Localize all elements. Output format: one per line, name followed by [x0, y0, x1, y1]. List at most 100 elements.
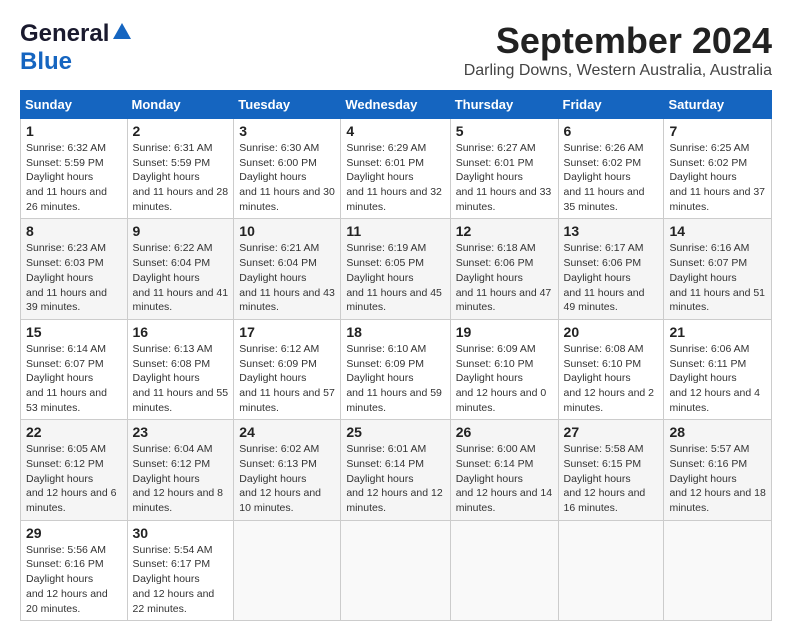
cell-week5-day3: [234, 520, 341, 620]
cell-week5-day4: [341, 520, 450, 620]
header-tuesday: Tuesday: [234, 91, 341, 119]
day-info: Sunrise: 6:31 AMSunset: 5:59 PMDaylight …: [133, 142, 229, 213]
week-row-2: 8 Sunrise: 6:23 AMSunset: 6:03 PMDayligh…: [21, 219, 772, 319]
cell-week2-day3: 10 Sunrise: 6:21 AMSunset: 6:04 PMDaylig…: [234, 219, 341, 319]
cell-week4-day4: 25 Sunrise: 6:01 AMSunset: 6:14 PMDaylig…: [341, 420, 450, 520]
day-info: Sunrise: 6:26 AMSunset: 6:02 PMDaylight …: [564, 142, 645, 213]
title-area: September 2024 Darling Downs, Western Au…: [464, 20, 772, 80]
header-thursday: Thursday: [450, 91, 558, 119]
cell-week3-day3: 17 Sunrise: 6:12 AMSunset: 6:09 PMDaylig…: [234, 319, 341, 419]
day-number: 30: [133, 525, 229, 541]
cell-week2-day6: 13 Sunrise: 6:17 AMSunset: 6:06 PMDaylig…: [558, 219, 664, 319]
day-number: 7: [669, 123, 766, 139]
day-number: 27: [564, 424, 659, 440]
logo-blue: Blue: [20, 48, 72, 75]
header-wednesday: Wednesday: [341, 91, 450, 119]
header: General Blue September 2024 Darling Down…: [20, 20, 772, 80]
day-number: 16: [133, 324, 229, 340]
cell-week1-day3: 3 Sunrise: 6:30 AMSunset: 6:00 PMDayligh…: [234, 119, 341, 219]
logo: General Blue: [20, 20, 133, 76]
day-info: Sunrise: 6:10 AMSunset: 6:09 PMDaylight …: [346, 343, 442, 414]
header-monday: Monday: [127, 91, 234, 119]
week-row-3: 15 Sunrise: 6:14 AMSunset: 6:07 PMDaylig…: [21, 319, 772, 419]
cell-week4-day6: 27 Sunrise: 5:58 AMSunset: 6:15 PMDaylig…: [558, 420, 664, 520]
cell-week2-day4: 11 Sunrise: 6:19 AMSunset: 6:05 PMDaylig…: [341, 219, 450, 319]
day-number: 3: [239, 123, 335, 139]
day-number: 11: [346, 223, 444, 239]
cell-week3-day4: 18 Sunrise: 6:10 AMSunset: 6:09 PMDaylig…: [341, 319, 450, 419]
cell-week1-day7: 7 Sunrise: 6:25 AMSunset: 6:02 PMDayligh…: [664, 119, 772, 219]
day-number: 14: [669, 223, 766, 239]
days-header-row: Sunday Monday Tuesday Wednesday Thursday…: [21, 91, 772, 119]
cell-week5-day7: [664, 520, 772, 620]
cell-week3-day2: 16 Sunrise: 6:13 AMSunset: 6:08 PMDaylig…: [127, 319, 234, 419]
day-number: 5: [456, 123, 553, 139]
day-info: Sunrise: 5:56 AMSunset: 6:16 PMDaylight …: [26, 544, 108, 615]
day-number: 8: [26, 223, 122, 239]
day-number: 24: [239, 424, 335, 440]
cell-week4-day1: 22 Sunrise: 6:05 AMSunset: 6:12 PMDaylig…: [21, 420, 128, 520]
day-info: Sunrise: 6:00 AMSunset: 6:14 PMDaylight …: [456, 443, 552, 514]
day-number: 17: [239, 324, 335, 340]
day-info: Sunrise: 6:30 AMSunset: 6:00 PMDaylight …: [239, 142, 335, 213]
day-number: 6: [564, 123, 659, 139]
day-info: Sunrise: 6:29 AMSunset: 6:01 PMDaylight …: [346, 142, 442, 213]
logo-general: General: [20, 20, 109, 48]
day-info: Sunrise: 6:17 AMSunset: 6:06 PMDaylight …: [564, 242, 645, 313]
day-number: 26: [456, 424, 553, 440]
cell-week1-day6: 6 Sunrise: 6:26 AMSunset: 6:02 PMDayligh…: [558, 119, 664, 219]
cell-week5-day5: [450, 520, 558, 620]
day-info: Sunrise: 6:09 AMSunset: 6:10 PMDaylight …: [456, 343, 547, 414]
day-info: Sunrise: 6:01 AMSunset: 6:14 PMDaylight …: [346, 443, 442, 514]
day-info: Sunrise: 6:21 AMSunset: 6:04 PMDaylight …: [239, 242, 335, 313]
day-number: 10: [239, 223, 335, 239]
day-info: Sunrise: 6:06 AMSunset: 6:11 PMDaylight …: [669, 343, 760, 414]
day-number: 21: [669, 324, 766, 340]
day-info: Sunrise: 6:32 AMSunset: 5:59 PMDaylight …: [26, 142, 107, 213]
cell-week5-day1: 29 Sunrise: 5:56 AMSunset: 6:16 PMDaylig…: [21, 520, 128, 620]
day-info: Sunrise: 6:12 AMSunset: 6:09 PMDaylight …: [239, 343, 335, 414]
cell-week1-day1: 1 Sunrise: 6:32 AMSunset: 5:59 PMDayligh…: [21, 119, 128, 219]
day-number: 23: [133, 424, 229, 440]
day-number: 13: [564, 223, 659, 239]
day-info: Sunrise: 6:23 AMSunset: 6:03 PMDaylight …: [26, 242, 107, 313]
cell-week3-day7: 21 Sunrise: 6:06 AMSunset: 6:11 PMDaylig…: [664, 319, 772, 419]
month-title: September 2024: [464, 20, 772, 62]
day-number: 25: [346, 424, 444, 440]
day-info: Sunrise: 5:58 AMSunset: 6:15 PMDaylight …: [564, 443, 646, 514]
day-info: Sunrise: 6:22 AMSunset: 6:04 PMDaylight …: [133, 242, 229, 313]
header-saturday: Saturday: [664, 91, 772, 119]
cell-week4-day7: 28 Sunrise: 5:57 AMSunset: 6:16 PMDaylig…: [664, 420, 772, 520]
cell-week3-day1: 15 Sunrise: 6:14 AMSunset: 6:07 PMDaylig…: [21, 319, 128, 419]
cell-week2-day1: 8 Sunrise: 6:23 AMSunset: 6:03 PMDayligh…: [21, 219, 128, 319]
day-info: Sunrise: 6:02 AMSunset: 6:13 PMDaylight …: [239, 443, 321, 514]
day-info: Sunrise: 6:13 AMSunset: 6:08 PMDaylight …: [133, 343, 229, 414]
day-number: 29: [26, 525, 122, 541]
cell-week4-day3: 24 Sunrise: 6:02 AMSunset: 6:13 PMDaylig…: [234, 420, 341, 520]
week-row-5: 29 Sunrise: 5:56 AMSunset: 6:16 PMDaylig…: [21, 520, 772, 620]
header-sunday: Sunday: [21, 91, 128, 119]
day-info: Sunrise: 6:16 AMSunset: 6:07 PMDaylight …: [669, 242, 765, 313]
day-info: Sunrise: 6:25 AMSunset: 6:02 PMDaylight …: [669, 142, 765, 213]
day-number: 18: [346, 324, 444, 340]
cell-week3-day5: 19 Sunrise: 6:09 AMSunset: 6:10 PMDaylig…: [450, 319, 558, 419]
day-number: 12: [456, 223, 553, 239]
cell-week2-day7: 14 Sunrise: 6:16 AMSunset: 6:07 PMDaylig…: [664, 219, 772, 319]
cell-week4-day2: 23 Sunrise: 6:04 AMSunset: 6:12 PMDaylig…: [127, 420, 234, 520]
day-number: 22: [26, 424, 122, 440]
cell-week5-day6: [558, 520, 664, 620]
day-number: 20: [564, 324, 659, 340]
cell-week5-day2: 30 Sunrise: 5:54 AMSunset: 6:17 PMDaylig…: [127, 520, 234, 620]
cell-week2-day2: 9 Sunrise: 6:22 AMSunset: 6:04 PMDayligh…: [127, 219, 234, 319]
subtitle: Darling Downs, Western Australia, Austra…: [464, 62, 772, 80]
day-info: Sunrise: 6:27 AMSunset: 6:01 PMDaylight …: [456, 142, 552, 213]
day-number: 4: [346, 123, 444, 139]
day-number: 28: [669, 424, 766, 440]
day-number: 1: [26, 123, 122, 139]
day-number: 9: [133, 223, 229, 239]
day-info: Sunrise: 6:14 AMSunset: 6:07 PMDaylight …: [26, 343, 107, 414]
cell-week2-day5: 12 Sunrise: 6:18 AMSunset: 6:06 PMDaylig…: [450, 219, 558, 319]
cell-week1-day2: 2 Sunrise: 6:31 AMSunset: 5:59 PMDayligh…: [127, 119, 234, 219]
day-info: Sunrise: 6:04 AMSunset: 6:12 PMDaylight …: [133, 443, 224, 514]
week-row-4: 22 Sunrise: 6:05 AMSunset: 6:12 PMDaylig…: [21, 420, 772, 520]
